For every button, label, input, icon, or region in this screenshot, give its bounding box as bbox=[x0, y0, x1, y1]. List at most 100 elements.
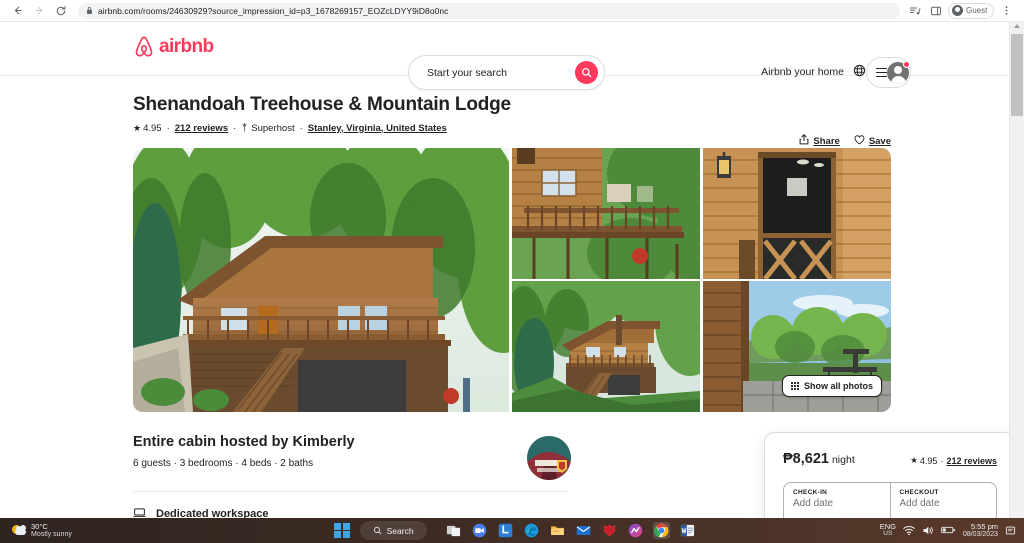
save-button[interactable]: Save bbox=[854, 134, 891, 148]
booking-card: ₱8,621 night ★ 4.95 · 212 reviews CHECK-I… bbox=[764, 432, 1016, 518]
volume-icon[interactable] bbox=[922, 525, 934, 536]
share-label: Share bbox=[813, 135, 840, 147]
lock-icon bbox=[86, 2, 93, 20]
copilot-icon[interactable] bbox=[627, 522, 644, 539]
globe-icon[interactable] bbox=[853, 64, 866, 82]
partly-cloudy-icon bbox=[12, 524, 26, 538]
gallery-photo-main[interactable] bbox=[133, 148, 509, 412]
address-bar[interactable]: airbnb.com/rooms/24630929?source_impress… bbox=[78, 2, 900, 20]
page-title: Shenandoah Treehouse & Mountain Lodge bbox=[133, 94, 511, 115]
save-label: Save bbox=[868, 135, 891, 147]
checkin-label: CHECK-IN bbox=[793, 489, 828, 496]
show-all-photos-button[interactable]: Show all photos bbox=[781, 375, 882, 397]
star-icon: ★ bbox=[133, 122, 142, 133]
reading-list-icon[interactable] bbox=[906, 2, 924, 20]
edge-icon[interactable] bbox=[523, 522, 540, 539]
superhost-icon bbox=[241, 122, 248, 134]
taskbar-search[interactable]: Search bbox=[359, 521, 427, 540]
mcafee-icon[interactable] bbox=[601, 522, 618, 539]
date-picker: CHECK-IN Add date CHECKOUT Add date bbox=[783, 482, 997, 518]
scrollbar-thumb[interactable] bbox=[1011, 34, 1023, 116]
listing-subheader: ★ 4.95 · 212 reviews · Superhost · Stanl… bbox=[133, 122, 447, 134]
airbnb-your-home-link[interactable]: Airbnb your home bbox=[761, 66, 844, 78]
search-icon[interactable] bbox=[575, 61, 598, 84]
heart-icon bbox=[854, 134, 865, 148]
mail-icon[interactable] bbox=[575, 522, 592, 539]
star-icon: ★ bbox=[910, 455, 918, 465]
word-icon[interactable] bbox=[679, 522, 696, 539]
profile-chip[interactable]: Guest bbox=[948, 2, 995, 19]
page-scrollbar[interactable] bbox=[1009, 22, 1024, 518]
search-icon bbox=[373, 522, 382, 540]
clock-date: 08/03/2023 bbox=[962, 530, 998, 538]
zoom-icon[interactable] bbox=[471, 522, 488, 539]
host-info: Entire cabin hosted by Kimberly 6 guests… bbox=[133, 434, 571, 518]
reload-icon[interactable] bbox=[50, 1, 72, 21]
gallery-photo-4[interactable] bbox=[512, 281, 700, 412]
airbnb-logo[interactable]: airbnb bbox=[133, 35, 214, 59]
amenity-dedicated-workspace: Dedicated workspace bbox=[133, 506, 568, 518]
amenity-label: Dedicated workspace bbox=[156, 508, 269, 518]
taskbar-apps bbox=[445, 522, 696, 539]
search-placeholder: Start your search bbox=[427, 66, 507, 79]
listing-actions: Share Save bbox=[799, 134, 891, 148]
wifi-icon[interactable] bbox=[903, 525, 915, 536]
clock[interactable]: 5:55 pm 08/03/2023 bbox=[962, 522, 998, 539]
price-block: ₱8,621 night bbox=[783, 450, 855, 468]
weather-widget[interactable]: 30°C Mostly sunny bbox=[0, 523, 150, 538]
checkin-field[interactable]: CHECK-IN Add date bbox=[784, 483, 890, 518]
share-icon bbox=[799, 134, 809, 148]
taskbar: 30°C Mostly sunny Search ENG US 5:55 pm … bbox=[0, 518, 1024, 543]
profile-label: Guest bbox=[966, 6, 988, 15]
checkout-field[interactable]: CHECKOUT Add date bbox=[889, 483, 997, 518]
section-divider bbox=[133, 491, 568, 492]
airbnb-logo-text: airbnb bbox=[159, 36, 214, 57]
browser-toolbar: airbnb.com/rooms/24630929?source_impress… bbox=[0, 0, 1024, 22]
linkedin-icon[interactable] bbox=[497, 522, 514, 539]
booking-reviews-link[interactable]: 212 reviews bbox=[946, 456, 997, 466]
scroll-up-arrow-icon[interactable] bbox=[1014, 24, 1020, 28]
host-avatar-icon[interactable] bbox=[527, 436, 571, 480]
airbnb-header: airbnb Start your search Airbnb your hom… bbox=[0, 22, 1024, 90]
side-panel-icon[interactable] bbox=[927, 2, 945, 20]
show-all-photos-label: Show all photos bbox=[804, 381, 873, 391]
file-explorer-icon[interactable] bbox=[549, 522, 566, 539]
taskbar-search-label: Search bbox=[386, 525, 414, 536]
gallery-photo-2[interactable] bbox=[512, 148, 700, 279]
booking-rating-value: 4.95 bbox=[919, 455, 938, 466]
checkout-label: CHECKOUT bbox=[899, 489, 939, 496]
superhost-label: Superhost bbox=[251, 122, 295, 134]
windows-start-icon[interactable] bbox=[334, 522, 350, 539]
language-indicator[interactable]: ENG US bbox=[880, 523, 896, 538]
avatar bbox=[952, 5, 963, 16]
reviews-link[interactable]: 212 reviews bbox=[175, 123, 228, 134]
navigation-buttons bbox=[0, 1, 72, 21]
browser-right-controls: Guest bbox=[906, 2, 1015, 20]
listing-lower-section: Entire cabin hosted by Kimberly 6 guests… bbox=[133, 432, 1016, 518]
price-row: ₱8,621 night ★ 4.95 · 212 reviews bbox=[783, 450, 997, 468]
host-title: Entire cabin hosted by Kimberly bbox=[133, 434, 355, 450]
location-link[interactable]: Stanley, Virginia, United States bbox=[308, 123, 447, 134]
search-input[interactable]: Start your search bbox=[408, 55, 605, 90]
share-button[interactable]: Share bbox=[799, 134, 840, 148]
checkin-value: Add date bbox=[793, 498, 834, 509]
back-arrow-icon[interactable] bbox=[6, 1, 28, 21]
checkout-value: Add date bbox=[899, 498, 940, 509]
airbnb-belo-icon bbox=[135, 36, 153, 57]
price-amount: ₱8,621 bbox=[783, 451, 829, 467]
task-view-icon[interactable] bbox=[445, 522, 462, 539]
taskbar-center: Search bbox=[334, 521, 695, 540]
host-details: 6 guests · 3 bedrooms · 4 beds · 2 baths bbox=[133, 458, 314, 469]
notification-badge bbox=[903, 60, 910, 68]
system-tray: ENG US 5:55 pm 08/03/2023 bbox=[880, 522, 1024, 539]
user-avatar-icon bbox=[887, 60, 910, 84]
notification-icon[interactable] bbox=[1005, 525, 1016, 536]
language-secondary: US bbox=[883, 530, 893, 538]
three-dot-menu-icon[interactable] bbox=[997, 2, 1015, 20]
battery-icon[interactable] bbox=[941, 525, 956, 535]
chrome-icon[interactable] bbox=[652, 522, 670, 539]
page-viewport: airbnb Start your search Airbnb your hom… bbox=[0, 22, 1024, 518]
price-unit: night bbox=[831, 454, 855, 466]
gallery-photo-3[interactable] bbox=[703, 148, 891, 279]
user-menu-button[interactable] bbox=[866, 57, 911, 88]
